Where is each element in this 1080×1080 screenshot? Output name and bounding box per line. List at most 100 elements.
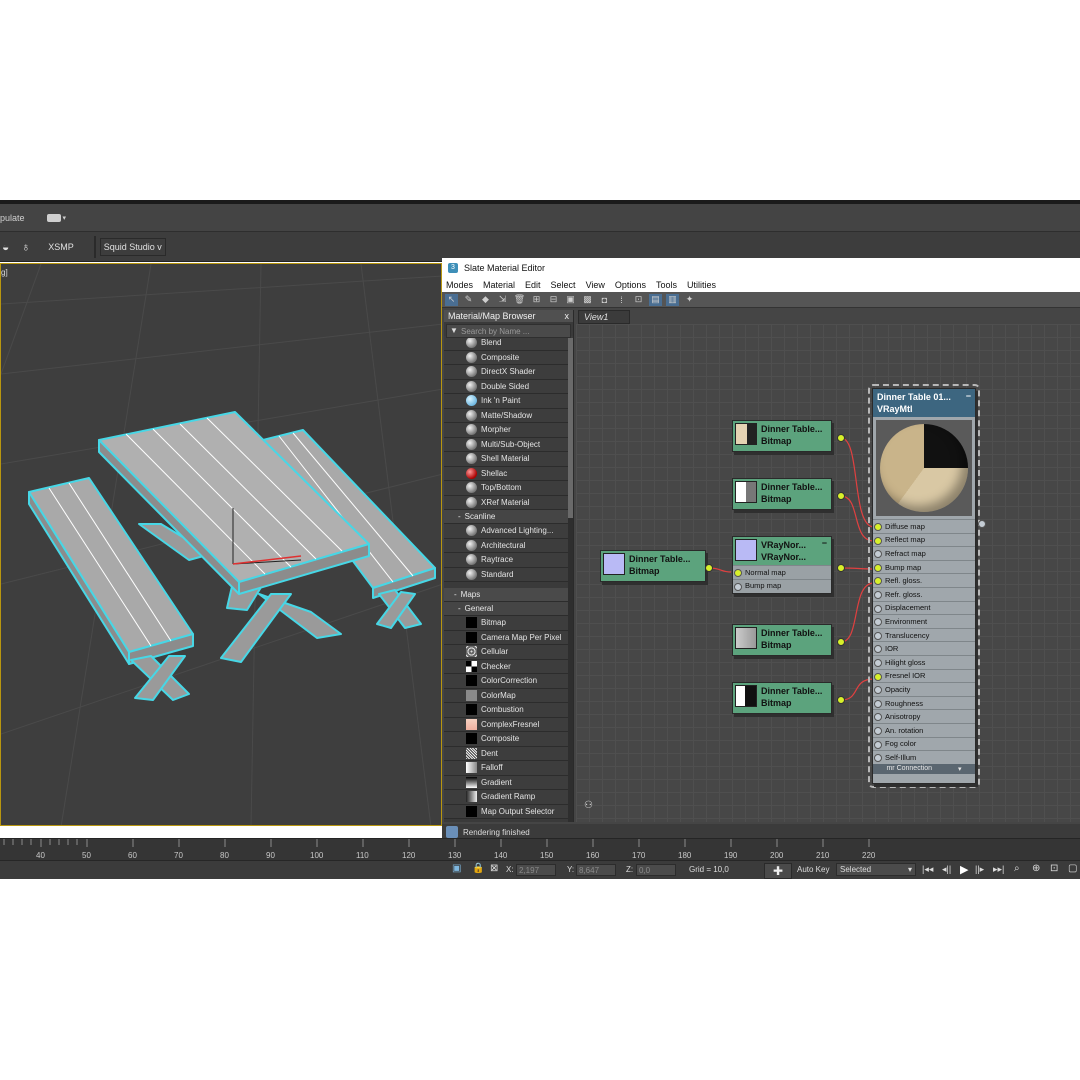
list-item[interactable]: Shell Material bbox=[444, 452, 573, 467]
bitmap-node[interactable]: Dinner Table... Bitmap bbox=[732, 624, 832, 656]
list-item[interactable]: Standard bbox=[444, 567, 573, 582]
list-item[interactable]: Shellac bbox=[444, 466, 573, 481]
select-tool-icon[interactable]: ↖ bbox=[445, 293, 458, 306]
menu-material[interactable]: Material bbox=[483, 280, 515, 290]
go-to-start-icon[interactable]: |◂◂ bbox=[922, 864, 933, 875]
list-item[interactable]: Combustion bbox=[444, 703, 573, 718]
input-port[interactable] bbox=[874, 713, 882, 722]
input-port[interactable] bbox=[874, 618, 882, 627]
list-item[interactable]: Raytrace bbox=[444, 553, 573, 568]
zoom-all-icon[interactable]: ⊕ bbox=[1032, 863, 1040, 874]
play-icon[interactable]: ▶ bbox=[960, 863, 968, 876]
menu-edit[interactable]: Edit bbox=[525, 280, 541, 290]
light-bulb-icon[interactable]: ♁ bbox=[21, 240, 30, 254]
browser-scrollbar[interactable] bbox=[568, 338, 573, 822]
slot-an-rotation[interactable]: An. rotation bbox=[873, 722, 975, 737]
list-item[interactable]: Camera Map Per Pixel bbox=[444, 630, 573, 645]
slot-self-illum[interactable]: Self-Illum bbox=[873, 750, 975, 764]
slot-normal-map[interactable]: Normal map bbox=[733, 565, 831, 579]
slot-refract-map[interactable]: Refract map bbox=[873, 546, 975, 560]
layout-children-icon[interactable]: ⊡ bbox=[632, 294, 645, 306]
previous-frame-icon[interactable]: ◂|| bbox=[942, 864, 951, 875]
slot-bump-map[interactable]: Bump map bbox=[873, 559, 975, 574]
input-port[interactable] bbox=[874, 577, 882, 586]
menu-options[interactable]: Options bbox=[615, 280, 646, 290]
slot-environment[interactable]: Environment bbox=[873, 614, 975, 628]
slot-reflect-map[interactable]: Reflect map bbox=[873, 532, 975, 547]
list-item[interactable]: Bitmap bbox=[444, 616, 573, 631]
bitmap-node[interactable]: Dinner Table... Bitmap bbox=[732, 478, 832, 510]
move-children-icon[interactable]: ⊞ bbox=[530, 294, 543, 306]
slot-diffuse-map[interactable]: Diffuse map bbox=[873, 519, 975, 533]
pick-material-icon[interactable]: ✎ bbox=[462, 294, 475, 306]
list-item[interactable]: Dent bbox=[444, 746, 573, 761]
slot-roughness[interactable]: Roughness bbox=[873, 695, 975, 710]
slot-translucency[interactable]: Translucency bbox=[873, 627, 975, 642]
input-port[interactable] bbox=[874, 590, 882, 599]
node-canvas[interactable]: Dinner Table... Bitmap Dinner Table... B… bbox=[576, 324, 1080, 822]
bitmap-node[interactable]: Dinner Table... Bitmap bbox=[600, 550, 706, 582]
put-to-scene-icon[interactable]: ⇲ bbox=[496, 294, 509, 306]
slot-fresnel-ior[interactable]: Fresnel IOR bbox=[873, 668, 975, 683]
input-port[interactable] bbox=[874, 645, 882, 654]
slot-fog-color[interactable]: Fog color bbox=[873, 736, 975, 751]
list-item[interactable]: Falloff bbox=[444, 761, 573, 776]
zoom-icon[interactable]: ⌕ bbox=[1014, 863, 1020, 874]
category-maps[interactable]: - Maps bbox=[444, 588, 573, 602]
perspective-viewport[interactable]: g] bbox=[0, 263, 442, 826]
list-item[interactable]: Checker bbox=[444, 659, 573, 674]
slot-refr-gloss[interactable]: Refr. gloss. bbox=[873, 586, 975, 601]
delete-icon[interactable]: 🗑 bbox=[513, 294, 526, 306]
zoom-extents-icon[interactable]: ⊡ bbox=[1050, 863, 1058, 874]
input-port[interactable] bbox=[874, 536, 882, 545]
triangle-down-icon[interactable]: ▼ bbox=[450, 326, 458, 335]
background-icon[interactable]: ▩ bbox=[581, 294, 594, 306]
minimize-icon[interactable]: − bbox=[966, 390, 971, 402]
list-item[interactable]: ColorMap bbox=[444, 688, 573, 703]
input-port[interactable] bbox=[874, 754, 882, 763]
input-port[interactable] bbox=[734, 569, 742, 577]
list-item[interactable]: Map Output Selector bbox=[444, 804, 573, 819]
input-port[interactable] bbox=[874, 686, 882, 695]
list-item[interactable]: Morpher bbox=[444, 423, 573, 438]
list-item[interactable]: Top/Bottom bbox=[444, 481, 573, 496]
select-by-material-icon[interactable]: ✦ bbox=[683, 294, 696, 306]
slot-displacement[interactable]: Displacement bbox=[873, 600, 975, 615]
menu-view[interactable]: View bbox=[586, 280, 605, 290]
output-port[interactable] bbox=[705, 564, 713, 572]
vray-normal-map-node[interactable]: VRayNor... VRayNor... − Normal map Bump … bbox=[732, 536, 832, 594]
list-item[interactable]: Ink 'n Paint bbox=[444, 394, 573, 409]
input-port[interactable] bbox=[874, 563, 882, 572]
menu-fragment[interactable]: pulate bbox=[0, 213, 25, 223]
output-port[interactable] bbox=[978, 520, 986, 528]
y-coordinate-field[interactable]: 8,647 bbox=[576, 864, 616, 876]
list-item[interactable]: Composite bbox=[444, 732, 573, 747]
go-to-end-icon[interactable]: ▸▸| bbox=[993, 864, 1004, 875]
output-port[interactable] bbox=[837, 564, 845, 572]
input-port[interactable] bbox=[874, 523, 882, 531]
tab-view1[interactable]: View1 bbox=[578, 310, 630, 324]
list-item[interactable]: ColorCorrection bbox=[444, 674, 573, 689]
material-browser-icon[interactable]: ▤ bbox=[649, 293, 662, 306]
auto-key-button[interactable]: Auto Key bbox=[797, 865, 829, 874]
slot-refl-gloss[interactable]: Refl. gloss. bbox=[873, 573, 975, 587]
x-coordinate-field[interactable]: 2,197 bbox=[516, 864, 556, 876]
list-item[interactable]: Architectural bbox=[444, 538, 573, 553]
list-item[interactable]: Blend bbox=[444, 336, 573, 351]
menu-select[interactable]: Select bbox=[551, 280, 576, 290]
output-port[interactable] bbox=[837, 638, 845, 646]
menu-utilities[interactable]: Utilities bbox=[687, 280, 716, 290]
timeline[interactable]: 40 50 60 70 80 90 100 110 120 130 140 15… bbox=[0, 838, 1080, 860]
list-item[interactable]: Gradient Ramp bbox=[444, 790, 573, 805]
list-item[interactable]: Composite bbox=[444, 350, 573, 365]
slot-bump-map[interactable]: Bump map bbox=[733, 578, 831, 593]
show-map-icon[interactable]: ▣ bbox=[564, 294, 577, 306]
search-input[interactable]: ▼ Search by Name ... bbox=[446, 324, 571, 338]
parameter-editor-icon[interactable]: ▥ bbox=[666, 293, 679, 306]
transform-mode-icon[interactable]: ⊠ bbox=[490, 863, 498, 874]
output-port[interactable] bbox=[837, 434, 845, 442]
scrollbar-thumb[interactable] bbox=[568, 338, 573, 518]
category-scanline[interactable]: - Scanline bbox=[444, 510, 573, 524]
list-item[interactable]: Matte/Shadow bbox=[444, 408, 573, 423]
xsmp-button[interactable]: XSMP bbox=[48, 242, 74, 252]
